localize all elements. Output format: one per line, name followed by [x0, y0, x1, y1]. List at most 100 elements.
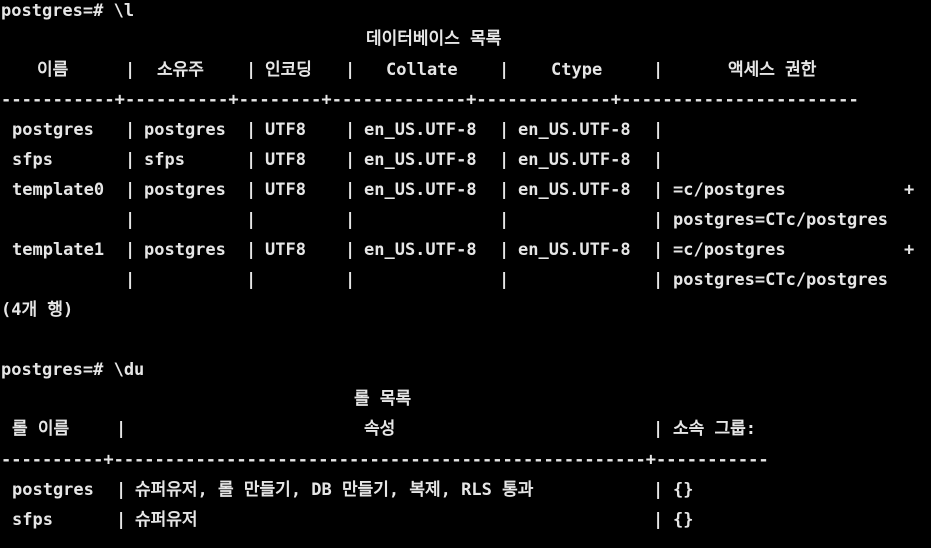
db-encoding: UTF8	[265, 240, 306, 260]
column-separator: |	[125, 210, 136, 230]
column-separator: |	[499, 60, 510, 80]
table-row: postgres | 슈퍼유저, 롤 만들기, DB 만들기, 복제, RLS …	[1, 475, 931, 505]
column-separator: |	[125, 120, 136, 140]
column-separator: |	[653, 210, 664, 230]
column-separator: |	[116, 510, 127, 530]
column-separator: |	[499, 240, 510, 260]
column-separator: |	[125, 270, 136, 290]
header-owner: 소유주	[157, 60, 204, 80]
db-collate: en_US.UTF-8	[364, 120, 477, 140]
prompt-list-databases: postgres=# \l	[1, 1, 135, 21]
header-encoding: 인코딩	[265, 60, 312, 80]
column-separator: |	[345, 180, 356, 200]
role-member-of: {}	[673, 480, 694, 500]
column-separator: |	[246, 180, 257, 200]
role-attributes: 슈퍼유저	[135, 510, 198, 530]
column-separator: |	[499, 270, 510, 290]
table-row: template1 | postgres | UTF8 | en_US.UTF-…	[1, 235, 931, 265]
db-access: =c/postgres	[673, 240, 786, 260]
column-separator: |	[653, 120, 664, 140]
column-separator: |	[125, 150, 136, 170]
db-owner: sfps	[144, 150, 185, 170]
db-collate: en_US.UTF-8	[364, 180, 477, 200]
db-owner: postgres	[144, 240, 226, 260]
header-ctype: Ctype	[551, 60, 603, 80]
db-name: sfps	[12, 150, 53, 170]
table-row: template0 | postgres | UTF8 | en_US.UTF-…	[1, 175, 931, 205]
column-separator: |	[653, 60, 664, 80]
column-separator: |	[246, 60, 257, 80]
column-separator: |	[499, 150, 510, 170]
row-count: (4개 행)	[1, 300, 74, 320]
column-separator: |	[345, 210, 356, 230]
column-separator: |	[653, 510, 664, 530]
role-member-of: {}	[673, 510, 694, 530]
roles-table-title: 롤 목록	[354, 389, 412, 409]
table-row-continuation: | | | | | postgres=CTc/postgres	[1, 205, 931, 235]
column-separator: |	[653, 180, 664, 200]
column-separator: |	[499, 180, 510, 200]
db-owner: postgres	[144, 120, 226, 140]
column-separator: |	[116, 480, 127, 500]
column-separator: |	[246, 120, 257, 140]
db-encoding: UTF8	[265, 180, 306, 200]
role-name: sfps	[12, 510, 53, 530]
role-name: postgres	[12, 480, 94, 500]
db-access-continued: postgres=CTc/postgres	[673, 210, 888, 230]
db-access-continued: postgres=CTc/postgres	[673, 270, 888, 290]
db-encoding: UTF8	[265, 120, 306, 140]
header-name: 이름	[37, 60, 69, 80]
databases-table-title: 데이터베이스 목록	[366, 29, 502, 49]
column-separator: |	[653, 419, 664, 439]
role-attributes: 슈퍼유저, 롤 만들기, DB 만들기, 복제, RLS 통과	[135, 480, 534, 500]
table-row: postgres | postgres | UTF8 | en_US.UTF-8…	[1, 115, 931, 145]
header-access: 액세스 권한	[728, 60, 817, 80]
db-name: postgres	[12, 120, 94, 140]
table-row: sfps | sfps | UTF8 | en_US.UTF-8 | en_US…	[1, 145, 931, 175]
column-separator: |	[125, 180, 136, 200]
column-separator: |	[345, 120, 356, 140]
column-separator: |	[246, 270, 257, 290]
db-name: template0	[12, 180, 105, 200]
terminal-window[interactable]: postgres=# \l 데이터베이스 목록 이름 | 소유주 | 인코딩 |…	[0, 0, 931, 548]
prompt-list-roles: postgres=# \du	[1, 360, 145, 380]
db-owner: postgres	[144, 180, 226, 200]
column-separator: |	[246, 240, 257, 260]
column-separator: |	[246, 210, 257, 230]
column-separator: |	[653, 150, 664, 170]
header-collate: Collate	[386, 60, 458, 80]
db-ctype: en_US.UTF-8	[518, 150, 631, 170]
header-role-name: 롤 이름	[12, 419, 70, 439]
column-separator: |	[345, 60, 356, 80]
db-ctype: en_US.UTF-8	[518, 120, 631, 140]
column-separator: |	[116, 419, 127, 439]
continuation-marker: +	[904, 240, 915, 260]
column-separator: |	[653, 480, 664, 500]
db-collate: en_US.UTF-8	[364, 150, 477, 170]
db-ctype: en_US.UTF-8	[518, 180, 631, 200]
databases-header-row: 이름 | 소유주 | 인코딩 | Collate | Ctype | 액세스 권…	[1, 55, 931, 85]
continuation-marker: +	[904, 180, 915, 200]
table-row-continuation: | | | | | postgres=CTc/postgres	[1, 265, 931, 295]
column-separator: |	[345, 240, 356, 260]
roles-header-rule: ----------+-----------------------------…	[1, 450, 769, 470]
header-member-of: 소속 그룹:	[673, 419, 757, 439]
roles-header-row: 롤 이름 | 속성 | 소속 그룹:	[1, 414, 931, 444]
column-separator: |	[499, 120, 510, 140]
column-separator: |	[653, 240, 664, 260]
column-separator: |	[653, 270, 664, 290]
db-name: template1	[12, 240, 105, 260]
databases-header-rule: -----------+----------+--------+--------…	[1, 90, 859, 110]
header-attributes: 속성	[364, 419, 396, 439]
column-separator: |	[345, 150, 356, 170]
column-separator: |	[125, 60, 136, 80]
column-separator: |	[246, 150, 257, 170]
db-encoding: UTF8	[265, 150, 306, 170]
db-collate: en_US.UTF-8	[364, 240, 477, 260]
db-ctype: en_US.UTF-8	[518, 240, 631, 260]
column-separator: |	[499, 210, 510, 230]
db-access: =c/postgres	[673, 180, 786, 200]
column-separator: |	[125, 240, 136, 260]
table-row: sfps | 슈퍼유저 | {}	[1, 505, 931, 535]
column-separator: |	[345, 270, 356, 290]
